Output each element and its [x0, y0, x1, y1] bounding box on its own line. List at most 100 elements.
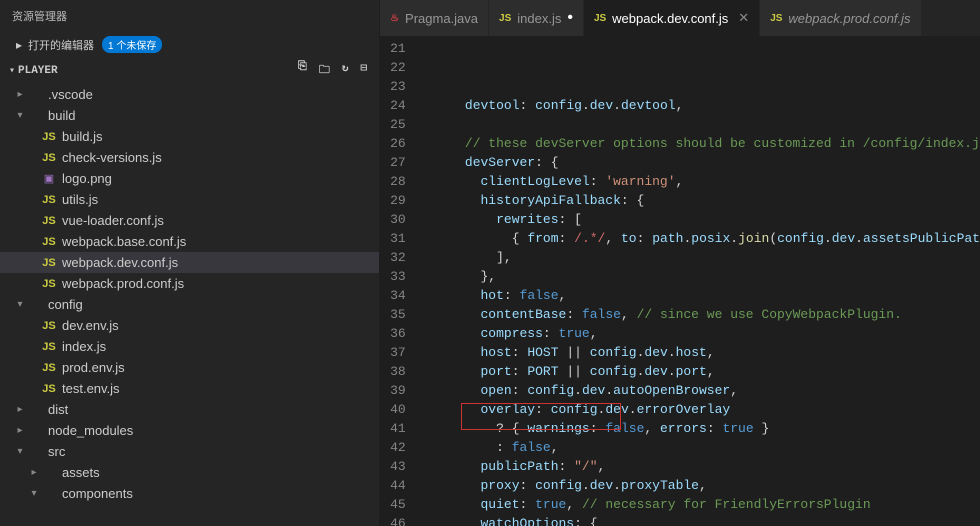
line-number: 43 [390, 457, 406, 476]
sidebar: 资源管理器 ▸ 打开的编辑器 1 个未保存 ▾ PLAYER ⎘ 🗀 ↻ ⊟ ▸… [0, 0, 380, 526]
chevron-right-icon: ▸ [16, 38, 26, 52]
folder-item[interactable]: ▾ components [0, 483, 379, 504]
code-line[interactable]: contentBase: false, // since we use Copy… [424, 305, 980, 324]
code-line[interactable]: quiet: true, // necessary for FriendlyEr… [424, 495, 980, 514]
code-line[interactable]: open: config.dev.autoOpenBrowser, [424, 381, 980, 400]
code-line[interactable]: historyApiFallback: { [424, 191, 980, 210]
item-label: webpack.dev.conf.js [62, 255, 178, 270]
line-number: 44 [390, 476, 406, 495]
folder-item[interactable]: ▾config [0, 294, 379, 315]
file-item[interactable]: JS webpack.base.conf.js [0, 231, 379, 252]
line-number: 33 [390, 267, 406, 286]
folder-item[interactable]: ▸.vscode [0, 84, 379, 105]
tree-arrow-icon: ▾ [28, 488, 40, 499]
line-number: 35 [390, 305, 406, 324]
open-editors-section[interactable]: ▸ 打开的编辑器 1 个未保存 [0, 32, 379, 57]
code-line[interactable]: ? { warnings: false, errors: true } [424, 419, 980, 438]
line-number: 46 [390, 514, 406, 526]
folder-item[interactable]: ▾src [0, 441, 379, 462]
file-item[interactable]: JS webpack.prod.conf.js [0, 273, 379, 294]
file-item[interactable]: JSprod.env.js [0, 357, 379, 378]
file-item[interactable]: JSbuild.js [0, 126, 379, 147]
editor-tab[interactable]: JSindex.js• [489, 0, 584, 36]
line-number: 30 [390, 210, 406, 229]
item-label: test.env.js [62, 381, 120, 396]
item-label: webpack.base.conf.js [62, 234, 186, 249]
code-line[interactable]: port: PORT || config.dev.port, [424, 362, 980, 381]
js-file-icon: JS [40, 257, 58, 269]
js-file-icon: JS [40, 215, 58, 227]
folder-item[interactable]: ▸assets [0, 462, 379, 483]
code-line[interactable] [424, 115, 980, 134]
item-label: webpack.prod.conf.js [62, 276, 184, 291]
code-line[interactable]: devtool: config.dev.devtool, [424, 96, 980, 115]
line-number: 27 [390, 153, 406, 172]
tree-arrow-icon: ▸ [14, 404, 26, 415]
code-content[interactable]: devtool: config.dev.devtool, // these de… [424, 36, 980, 526]
code-line[interactable]: { from: /.*/, to: path.posix.join(config… [424, 229, 980, 248]
code-line[interactable]: hot: false, [424, 286, 980, 305]
collapse-icon[interactable]: ⊟ [360, 61, 367, 80]
item-label: config [48, 297, 83, 312]
item-label: dev.env.js [62, 318, 119, 333]
code-line[interactable]: host: HOST || config.dev.host, [424, 343, 980, 362]
editor-tab[interactable]: ♨Pragma.java [380, 0, 489, 36]
folder-item[interactable]: ▾build [0, 105, 379, 126]
editor-tab[interactable]: JSwebpack.prod.conf.js [760, 0, 921, 36]
close-tab-icon[interactable]: ✕ [738, 10, 749, 26]
item-label: components [62, 486, 133, 501]
tab-label: Pragma.java [405, 11, 478, 26]
code-line[interactable]: rewrites: [ [424, 210, 980, 229]
code-line[interactable]: ], [424, 248, 980, 267]
line-number: 40 [390, 400, 406, 419]
file-item[interactable]: JScheck-versions.js [0, 147, 379, 168]
folder-item[interactable]: ▸node_modules [0, 420, 379, 441]
tab-label: webpack.prod.conf.js [788, 11, 910, 26]
line-number: 36 [390, 324, 406, 343]
item-label: prod.env.js [62, 360, 125, 375]
tree-arrow-icon: ▸ [14, 425, 26, 436]
js-file-icon: JS [40, 278, 58, 290]
line-number: 24 [390, 96, 406, 115]
line-number: 42 [390, 438, 406, 457]
code-line[interactable]: : false, [424, 438, 980, 457]
code-line[interactable]: clientLogLevel: 'warning', [424, 172, 980, 191]
line-number: 41 [390, 419, 406, 438]
item-label: dist [48, 402, 68, 417]
code-line[interactable]: publicPath: "/", [424, 457, 980, 476]
line-number: 23 [390, 77, 406, 96]
file-item[interactable]: JSdev.env.js [0, 315, 379, 336]
item-label: build.js [62, 129, 102, 144]
file-item[interactable]: JS test.env.js [0, 378, 379, 399]
code-line[interactable]: overlay: config.dev.errorOverlay [424, 400, 980, 419]
sidebar-title: 资源管理器 [0, 0, 379, 32]
editor-tab[interactable]: JSwebpack.dev.conf.js✕ [584, 0, 760, 36]
file-item[interactable]: JSvue-loader.conf.js [0, 210, 379, 231]
code-line[interactable]: compress: true, [424, 324, 980, 343]
code-line[interactable]: proxy: config.dev.proxyTable, [424, 476, 980, 495]
js-file-icon: JS [40, 236, 58, 248]
project-name: PLAYER [18, 65, 58, 77]
js-file-icon: JS [499, 13, 511, 24]
line-number: 37 [390, 343, 406, 362]
code-line[interactable]: devServer: { [424, 153, 980, 172]
folder-item[interactable]: ▸ dist [0, 399, 379, 420]
refresh-icon[interactable]: ↻ [342, 61, 349, 80]
file-item[interactable]: ▣logo.png [0, 168, 379, 189]
js-file-icon: JS [40, 383, 58, 395]
image-file-icon: ▣ [40, 172, 58, 185]
file-item[interactable]: JS webpack.dev.conf.js [0, 252, 379, 273]
code-line[interactable]: watchOptions: { [424, 514, 980, 526]
code-line[interactable]: }, [424, 267, 980, 286]
file-tree: ▸.vscode▾buildJSbuild.jsJScheck-versions… [0, 84, 379, 526]
new-file-icon[interactable]: ⎘ [298, 61, 307, 80]
file-item[interactable]: JSutils.js [0, 189, 379, 210]
file-item[interactable]: JSindex.js [0, 336, 379, 357]
tab-label: webpack.dev.conf.js [612, 11, 728, 26]
tab-label: index.js [517, 11, 561, 26]
code-line[interactable]: // these devServer options should be cus… [424, 134, 980, 153]
line-number: 45 [390, 495, 406, 514]
project-section[interactable]: ▾ PLAYER ⎘ 🗀 ↻ ⊟ [0, 57, 379, 84]
line-number: 21 [390, 39, 406, 58]
new-folder-icon[interactable]: 🗀 [319, 61, 330, 80]
